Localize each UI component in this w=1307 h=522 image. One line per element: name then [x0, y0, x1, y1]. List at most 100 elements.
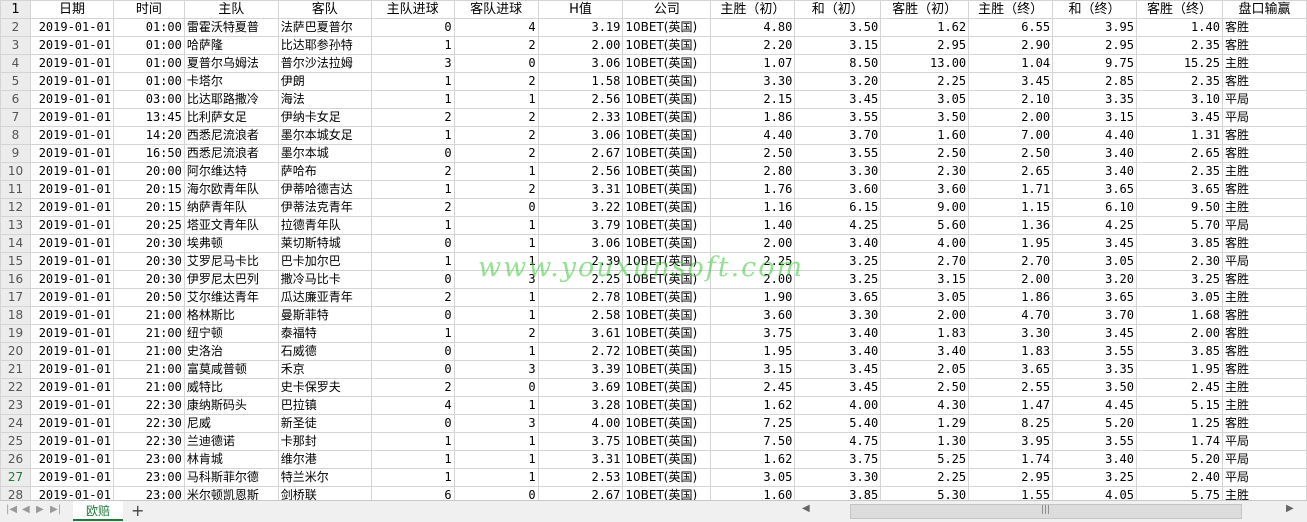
away-win-final-cell[interactable]: 1.68: [1136, 306, 1223, 325]
h-value-cell[interactable]: 2.00: [537, 36, 624, 55]
away-goals-cell[interactable]: 2: [453, 126, 539, 145]
company-cell[interactable]: 10BET(英国): [622, 234, 712, 253]
row-number[interactable]: 5: [0, 72, 31, 91]
away-win-initial-cell[interactable]: 2.05: [880, 360, 970, 379]
away-win-final-cell[interactable]: 3.85: [1136, 234, 1223, 253]
home-team-cell[interactable]: 格林斯比: [183, 306, 279, 325]
handicap-result-cell[interactable]: 主胜: [1221, 396, 1307, 415]
time-cell[interactable]: 16:50: [112, 144, 185, 163]
draw-final-cell[interactable]: 3.40: [1052, 450, 1137, 469]
column-header-handicap-result[interactable]: 盘口输赢: [1221, 0, 1307, 19]
h-value-cell[interactable]: 3.06: [537, 54, 624, 73]
column-header-home-win-final[interactable]: 主胜（终）: [968, 0, 1054, 19]
draw-initial-cell[interactable]: 3.20: [794, 72, 882, 91]
draw-initial-cell[interactable]: 3.40: [794, 234, 882, 253]
time-cell[interactable]: 20:15: [112, 198, 185, 217]
draw-final-cell[interactable]: 6.10: [1052, 198, 1137, 217]
company-cell[interactable]: 10BET(英国): [622, 360, 712, 379]
h-value-cell[interactable]: 3.75: [537, 432, 624, 451]
draw-final-cell[interactable]: 4.25: [1052, 216, 1137, 235]
h-value-cell[interactable]: 1.58: [537, 72, 624, 91]
column-header-away-goals[interactable]: 客队进球: [453, 0, 539, 19]
prev-sheet-icon[interactable]: ◀: [22, 504, 30, 515]
time-cell[interactable]: 20:00: [112, 162, 185, 181]
home-team-cell[interactable]: 比利萨女足: [183, 108, 279, 127]
away-team-cell[interactable]: 法萨巴夏普尔: [277, 18, 372, 37]
handicap-result-cell[interactable]: 平局: [1221, 108, 1307, 127]
home-team-cell[interactable]: 哈萨隆: [183, 36, 279, 55]
home-win-final-cell[interactable]: 2.65: [968, 162, 1054, 181]
away-win-final-cell[interactable]: 3.45: [1136, 108, 1223, 127]
column-header-date[interactable]: 日期: [29, 0, 114, 19]
away-team-cell[interactable]: 瓜达廉亚青年: [277, 288, 372, 307]
company-cell[interactable]: 10BET(英国): [622, 90, 712, 109]
home-team-cell[interactable]: 塔亚文青年队: [183, 216, 279, 235]
away-goals-cell[interactable]: 0: [453, 486, 539, 500]
company-cell[interactable]: 10BET(英国): [622, 126, 712, 145]
home-goals-cell[interactable]: 2: [370, 288, 455, 307]
date-cell[interactable]: 2019-01-01: [29, 126, 114, 145]
row-number[interactable]: 13: [0, 216, 31, 235]
handicap-result-cell[interactable]: 平局: [1221, 216, 1307, 235]
handicap-result-cell[interactable]: 客胜: [1221, 360, 1307, 379]
home-team-cell[interactable]: 兰迪德诺: [183, 432, 279, 451]
away-win-final-cell[interactable]: 15.25: [1136, 54, 1223, 73]
draw-final-cell[interactable]: 3.45: [1052, 324, 1137, 343]
h-value-cell[interactable]: 3.61: [537, 324, 624, 343]
away-goals-cell[interactable]: 2: [453, 36, 539, 55]
time-cell[interactable]: 22:30: [112, 414, 185, 433]
spreadsheet-grid[interactable]: 1 日期 时间 主队 客队 主队进球 客队进球 H值 公司 主胜（初） 和（初）…: [0, 0, 1307, 500]
away-team-cell[interactable]: 伊蒂法克青年: [277, 198, 372, 217]
h-value-cell[interactable]: 3.06: [537, 126, 624, 145]
draw-initial-cell[interactable]: 3.60: [794, 180, 882, 199]
away-win-final-cell[interactable]: 5.20: [1136, 450, 1223, 469]
next-sheet-icon[interactable]: ▶: [36, 504, 44, 515]
home-win-final-cell[interactable]: 2.00: [968, 108, 1054, 127]
home-win-final-cell[interactable]: 6.55: [968, 18, 1054, 37]
row-number[interactable]: 17: [0, 288, 31, 307]
home-win-final-cell[interactable]: 1.55: [968, 486, 1054, 500]
scroll-left-icon[interactable]: ◀: [802, 503, 810, 514]
date-cell[interactable]: 2019-01-01: [29, 342, 114, 361]
home-goals-cell[interactable]: 0: [370, 234, 455, 253]
away-win-initial-cell[interactable]: 1.29: [880, 414, 970, 433]
company-cell[interactable]: 10BET(英国): [622, 162, 712, 181]
home-goals-cell[interactable]: 1: [370, 180, 455, 199]
row-number[interactable]: 14: [0, 234, 31, 253]
date-cell[interactable]: 2019-01-01: [29, 468, 114, 487]
draw-initial-cell[interactable]: 3.50: [794, 18, 882, 37]
away-goals-cell[interactable]: 1: [453, 162, 539, 181]
row-number[interactable]: 21: [0, 360, 31, 379]
home-win-final-cell[interactable]: 1.15: [968, 198, 1054, 217]
h-value-cell[interactable]: 2.72: [537, 342, 624, 361]
time-cell[interactable]: 21:00: [112, 306, 185, 325]
home-win-initial-cell[interactable]: 1.86: [710, 108, 796, 127]
handicap-result-cell[interactable]: 主胜: [1221, 198, 1307, 217]
home-win-initial-cell[interactable]: 2.25: [710, 252, 796, 271]
handicap-result-cell[interactable]: 客胜: [1221, 18, 1307, 37]
home-win-final-cell[interactable]: 2.00: [968, 270, 1054, 289]
column-header-h-value[interactable]: H值: [537, 0, 624, 19]
home-goals-cell[interactable]: 1: [370, 90, 455, 109]
column-header-time[interactable]: 时间: [112, 0, 185, 19]
away-team-cell[interactable]: 海法: [277, 90, 372, 109]
company-cell[interactable]: 10BET(英国): [622, 198, 712, 217]
draw-final-cell[interactable]: 3.55: [1052, 342, 1137, 361]
away-goals-cell[interactable]: 1: [453, 450, 539, 469]
draw-initial-cell[interactable]: 4.75: [794, 432, 882, 451]
away-goals-cell[interactable]: 1: [453, 90, 539, 109]
time-cell[interactable]: 20:15: [112, 180, 185, 199]
date-cell[interactable]: 2019-01-01: [29, 216, 114, 235]
time-cell[interactable]: 23:00: [112, 450, 185, 469]
draw-final-cell[interactable]: 4.45: [1052, 396, 1137, 415]
draw-initial-cell[interactable]: 3.55: [794, 108, 882, 127]
home-win-final-cell[interactable]: 4.70: [968, 306, 1054, 325]
handicap-result-cell[interactable]: 客胜: [1221, 72, 1307, 91]
away-win-final-cell[interactable]: 2.30: [1136, 252, 1223, 271]
date-cell[interactable]: 2019-01-01: [29, 486, 114, 500]
last-sheet-icon[interactable]: ▶|: [50, 504, 61, 515]
home-team-cell[interactable]: 海尔欧青年队: [183, 180, 279, 199]
h-value-cell[interactable]: 2.67: [537, 144, 624, 163]
home-win-initial-cell[interactable]: 2.50: [710, 144, 796, 163]
away-team-cell[interactable]: 巴卡加尔巴: [277, 252, 372, 271]
